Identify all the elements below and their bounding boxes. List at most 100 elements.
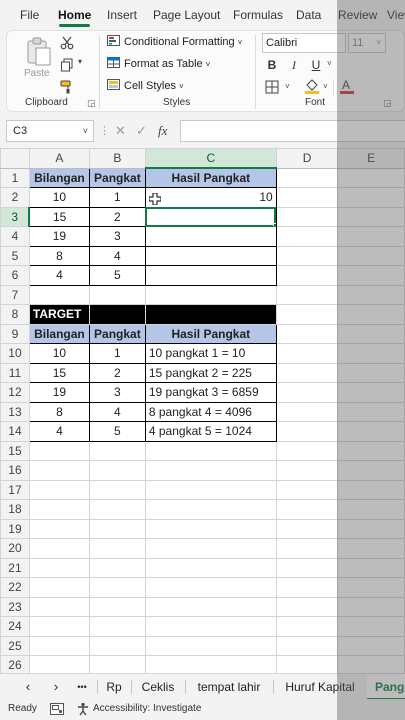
cell-a4[interactable]: 19	[28, 226, 90, 247]
cell[interactable]	[337, 265, 405, 286]
cell[interactable]	[275, 226, 339, 247]
copy-dropdown-icon[interactable]: ▾	[78, 57, 82, 66]
cell-b5[interactable]: 4	[88, 245, 146, 266]
cell-b11[interactable]: 2	[88, 362, 146, 383]
cell[interactable]	[28, 284, 90, 305]
copy-icon[interactable]	[60, 58, 74, 72]
italic-button[interactable]: I	[285, 56, 303, 74]
cell[interactable]	[144, 479, 277, 500]
cell[interactable]	[28, 518, 90, 539]
bold-button[interactable]: B	[263, 56, 281, 74]
accessibility-status[interactable]: Accessibility: Investigate	[93, 703, 201, 714]
row-header[interactable]: 15	[0, 440, 30, 461]
cell[interactable]	[337, 577, 405, 598]
cell[interactable]	[275, 635, 339, 656]
row-header[interactable]: 17	[0, 479, 30, 500]
cell[interactable]	[275, 557, 339, 578]
cell[interactable]	[88, 596, 146, 617]
cell[interactable]	[275, 577, 339, 598]
cell-a10[interactable]: 10	[28, 343, 90, 364]
font-size-combo[interactable]: 11 ˅	[348, 33, 386, 53]
cell[interactable]	[28, 557, 90, 578]
cell-a1[interactable]: Bilangan	[28, 167, 90, 188]
cell-a12[interactable]: 19	[28, 382, 90, 403]
cell[interactable]	[275, 538, 339, 559]
cell[interactable]	[275, 187, 339, 208]
cell[interactable]	[28, 460, 90, 481]
tab-page-layout[interactable]: Page Layout	[153, 0, 220, 30]
sheet-tab-pangkat[interactable]: Pangk	[367, 674, 405, 700]
cell[interactable]	[337, 362, 405, 383]
format-as-table-button[interactable]: Format as Table ˅	[107, 55, 210, 73]
cell[interactable]	[28, 538, 90, 559]
clipboard-launcher-icon[interactable]: ◲	[87, 98, 96, 109]
borders-dropdown-icon[interactable]: ˅	[285, 82, 290, 91]
cell[interactable]	[337, 382, 405, 403]
cell[interactable]	[28, 596, 90, 617]
tab-view[interactable]: View	[387, 0, 405, 30]
chevron-left-icon[interactable]: ‹	[18, 674, 38, 700]
cell[interactable]	[88, 577, 146, 598]
cell-a14[interactable]: 4	[28, 421, 90, 442]
cell[interactable]	[28, 616, 90, 637]
cell[interactable]	[28, 499, 90, 520]
cell[interactable]	[88, 538, 146, 559]
fill-handle[interactable]	[272, 223, 276, 226]
cell[interactable]	[88, 284, 146, 305]
cell[interactable]	[337, 518, 405, 539]
accessibility-icon[interactable]	[76, 702, 90, 716]
cell-c6[interactable]	[144, 265, 277, 286]
cell[interactable]	[337, 187, 405, 208]
row-header[interactable]: 20	[0, 538, 30, 559]
cell-a2[interactable]: 10	[28, 187, 90, 208]
cell[interactable]	[88, 440, 146, 461]
cell[interactable]	[28, 655, 90, 673]
row-header[interactable]: 21	[0, 557, 30, 578]
row-header[interactable]: 6	[0, 265, 30, 286]
cell[interactable]	[275, 401, 339, 422]
row-header[interactable]: 19	[0, 518, 30, 539]
row-header[interactable]: 25	[0, 635, 30, 656]
cell[interactable]	[275, 499, 339, 520]
cell[interactable]	[337, 206, 405, 227]
insert-function-icon[interactable]: fx	[158, 120, 167, 142]
cell[interactable]	[144, 284, 277, 305]
cell-styles-button[interactable]: Cell Styles ˅	[107, 77, 184, 95]
row-header[interactable]: 4	[0, 226, 30, 247]
cell[interactable]	[88, 518, 146, 539]
row-header[interactable]: 5	[0, 245, 30, 266]
underline-button[interactable]: U	[307, 56, 325, 74]
cell[interactable]	[275, 323, 339, 344]
row-header[interactable]: 3	[0, 206, 31, 227]
cell[interactable]	[337, 245, 405, 266]
cell-a8-target[interactable]: TARGET	[28, 304, 90, 325]
format-painter-icon[interactable]	[60, 80, 74, 94]
row-header[interactable]: 11	[0, 362, 30, 383]
cell[interactable]	[275, 304, 339, 325]
cell[interactable]	[144, 635, 277, 656]
macro-recording-icon[interactable]	[50, 703, 64, 715]
cell[interactable]	[88, 557, 146, 578]
cell-c4[interactable]	[144, 226, 277, 247]
cell[interactable]	[88, 616, 146, 637]
cell[interactable]	[144, 460, 277, 481]
tab-insert[interactable]: Insert	[107, 0, 137, 30]
row-header[interactable]: 8	[0, 304, 30, 325]
cell[interactable]	[144, 655, 277, 673]
row-header[interactable]: 7	[0, 284, 30, 305]
font-color-icon[interactable]: A	[339, 77, 355, 95]
cell[interactable]	[275, 284, 339, 305]
cell[interactable]	[144, 538, 277, 559]
more-sheets-button[interactable]: •••	[70, 674, 94, 700]
font-name-combo[interactable]: Calibri	[262, 33, 346, 53]
cell[interactable]	[337, 460, 405, 481]
more-options-icon[interactable]: ⋮	[99, 120, 110, 142]
cell[interactable]	[337, 284, 405, 305]
cell-c12[interactable]: 19 pangkat 3 = 6859	[144, 382, 277, 403]
cell-b12[interactable]: 3	[88, 382, 146, 403]
cell[interactable]	[275, 596, 339, 617]
cell[interactable]	[275, 518, 339, 539]
cell[interactable]	[337, 538, 405, 559]
row-header[interactable]: 18	[0, 499, 30, 520]
cell[interactable]	[275, 206, 339, 227]
